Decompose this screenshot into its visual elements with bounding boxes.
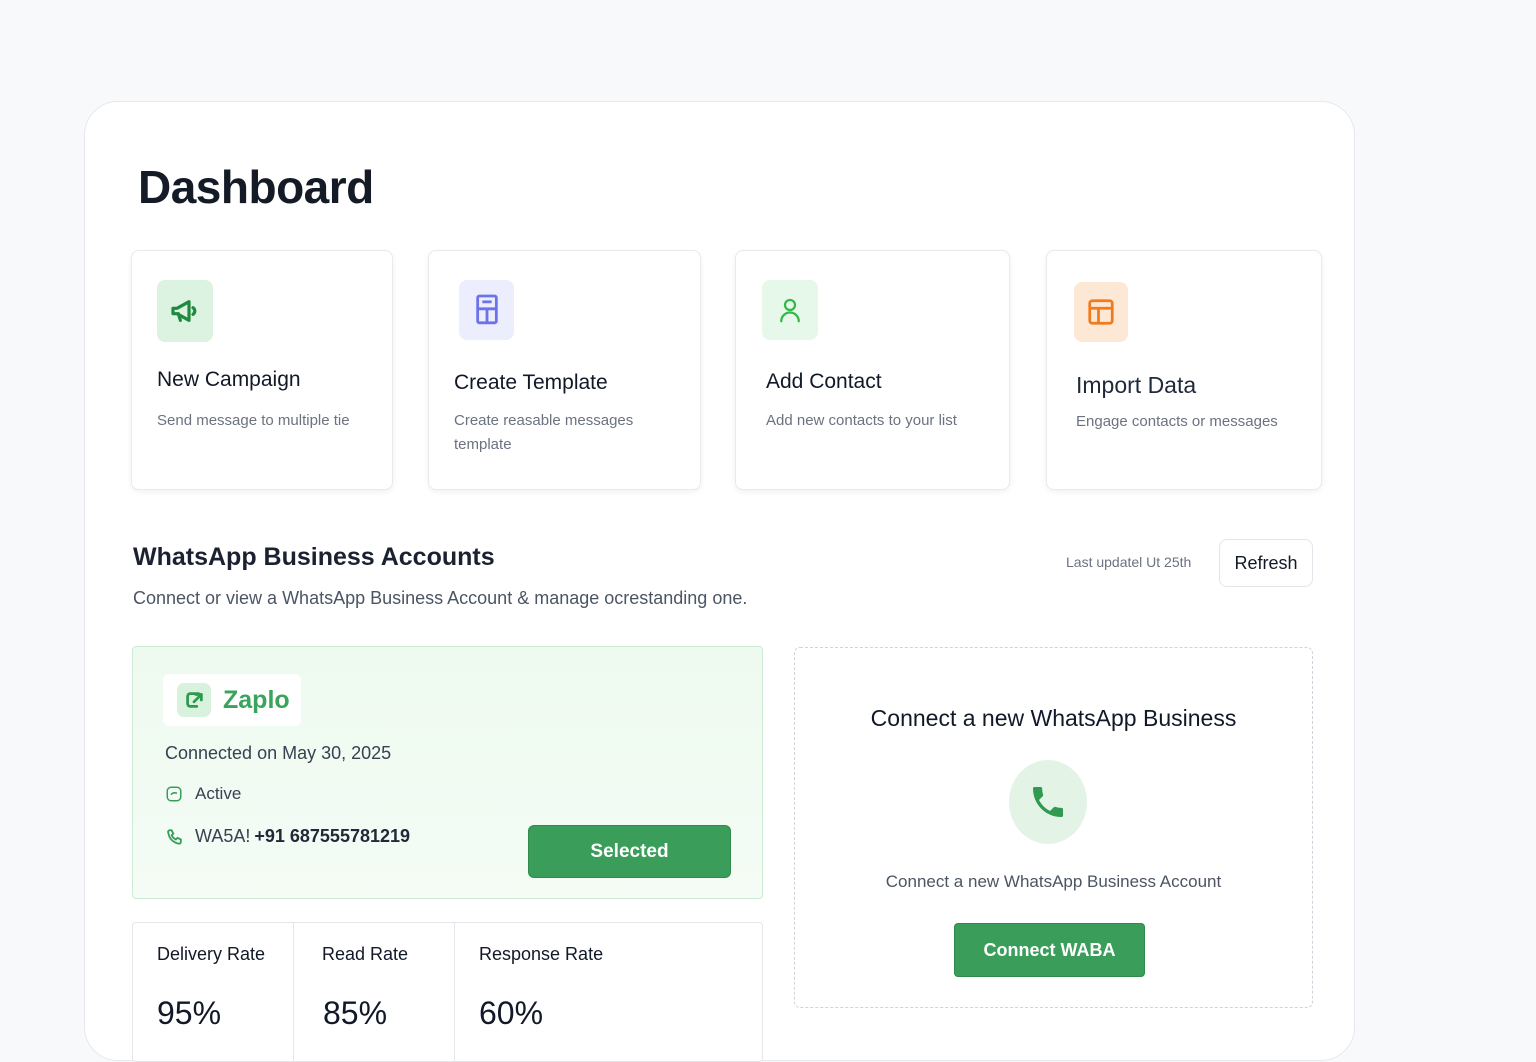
stat-label: Delivery Rate [157, 944, 266, 964]
brand-logo-icon [177, 683, 211, 717]
section-subtitle: Connect or view a WhatsApp Business Acco… [133, 588, 748, 608]
status-text: Active [195, 784, 242, 803]
card-title: New Campaign [157, 368, 301, 391]
connect-waba-button[interactable]: Connect WABA [954, 923, 1145, 977]
section-title: WhatsApp Business Accounts [133, 543, 495, 571]
megaphone-icon [157, 280, 213, 342]
template-icon [459, 280, 514, 340]
phone-number: +91 687555781219 [254, 826, 411, 846]
stat-read-rate: Read Rate 85% [294, 923, 455, 1061]
connect-title: Connect a new WhatsApp Business [870, 705, 1237, 731]
phone-prefix: WA5A! [195, 826, 251, 846]
stat-delivery-rate: Delivery Rate 95% [133, 923, 294, 1061]
stat-label: Response Rate [479, 944, 604, 964]
create-template-card[interactable]: Create Template Create reasable messages… [428, 250, 701, 490]
stat-value: 85% [323, 995, 388, 1031]
card-description: Add new contacts to your list [766, 412, 957, 429]
refresh-button[interactable]: Refresh [1219, 539, 1313, 587]
phone-row: WA5A! +91 687555781219 [165, 826, 410, 847]
card-description: Engage contacts or messages [1076, 413, 1278, 430]
layout-icon [1074, 282, 1128, 342]
connect-description: Connect a new WhatsApp Business Account [885, 872, 1222, 891]
add-contact-card[interactable]: Add Contact Add new contacts to your lis… [735, 250, 1010, 490]
card-description: Send message to multiple tie [157, 412, 350, 429]
import-data-card[interactable]: Import Data Engage contacts or messages [1046, 250, 1322, 490]
new-campaign-card[interactable]: New Campaign Send message to multiple ti… [131, 250, 393, 490]
brand-badge: Zaplo [163, 674, 301, 726]
connect-waba-card: Connect a new WhatsApp Business Connect … [794, 647, 1313, 1008]
stat-value: 60% [479, 995, 544, 1031]
phone-link-icon [167, 828, 182, 845]
stat-value: 95% [157, 995, 222, 1031]
status-row: Active [165, 784, 241, 804]
stat-response-rate: Response Rate 60% [455, 923, 762, 1061]
status-icon [166, 786, 182, 802]
account-card[interactable]: Zaplo Connected on May 30, 2025 Active W… [132, 646, 763, 899]
card-description: Create reasable messages template [454, 412, 634, 453]
selected-button[interactable]: Selected [528, 825, 731, 878]
brand-name: Zaplo [223, 685, 290, 714]
card-title: Add Contact [766, 370, 882, 393]
stats-panel: Delivery Rate 95% Read Rate 85% Response… [132, 922, 763, 1062]
card-title: Import Data [1076, 372, 1197, 398]
last-updated-text: Last updatel Ut 25th [1066, 554, 1192, 570]
phone-icon [1009, 760, 1087, 844]
card-title: Create Template [454, 371, 608, 394]
page-title: Dashboard [138, 161, 374, 213]
stat-label: Read Rate [322, 944, 409, 964]
user-icon [762, 280, 818, 340]
connected-date: Connected on May 30, 2025 [165, 743, 392, 763]
